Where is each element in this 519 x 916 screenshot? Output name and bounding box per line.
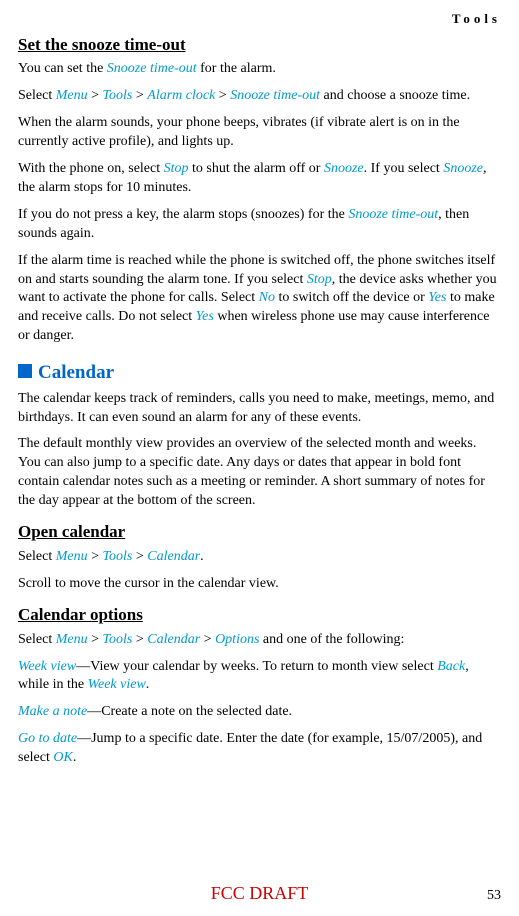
paragraph: When the alarm sounds, your phone beeps,…: [18, 114, 501, 152]
page-number: 53: [487, 887, 501, 906]
menu-path-item: Yes: [428, 290, 446, 305]
menu-path-item: Stop: [307, 272, 332, 287]
paragraph: The default monthly view provides an ove…: [18, 435, 501, 511]
menu-path-item: Tools: [103, 632, 133, 647]
paragraph: Scroll to move the cursor in the calenda…: [18, 575, 501, 594]
heading-calendar-options: Calendar options: [18, 604, 501, 627]
text: With the phone on, select: [18, 161, 164, 176]
menu-path-item: Menu: [56, 88, 88, 103]
paragraph: The calendar keeps track of reminders, c…: [18, 390, 501, 428]
text: >: [132, 88, 147, 103]
text: for the alarm.: [197, 61, 276, 76]
text: —Jump to a specific date. Enter the date…: [18, 731, 482, 765]
paragraph: Select Menu > Tools > Alarm clock > Snoo…: [18, 87, 501, 106]
section-heading-calendar: Calendar: [18, 360, 501, 386]
menu-path-item: Options: [215, 632, 259, 647]
menu-path-item: Snooze time-out: [107, 61, 197, 76]
text: to shut the alarm off or: [189, 161, 324, 176]
paragraph: Make a note—Create a note on the selecte…: [18, 703, 501, 722]
menu-path-item: Alarm clock: [147, 88, 215, 103]
option-name: Week view: [18, 659, 76, 674]
heading-snooze-timeout: Set the snooze time-out: [18, 34, 501, 57]
paragraph: You can set the Snooze time-out for the …: [18, 60, 501, 79]
menu-path-item: No: [259, 290, 275, 305]
menu-path-item: OK: [53, 750, 72, 765]
text: You can set the: [18, 61, 107, 76]
menu-path-item: Stop: [164, 161, 189, 176]
header-section: Tools: [18, 10, 501, 28]
text: and one of the following:: [259, 632, 404, 647]
text: and choose a snooze time.: [320, 88, 470, 103]
menu-path-item: Yes: [196, 309, 214, 324]
menu-path-item: Snooze time-out: [348, 207, 438, 222]
text: .: [73, 750, 77, 765]
text: .: [200, 549, 204, 564]
menu-path-item: Calendar: [147, 549, 200, 564]
menu-path-item: Week view: [88, 677, 146, 692]
text: .: [146, 677, 150, 692]
menu-path-item: Tools: [103, 88, 133, 103]
menu-path-item: Calendar: [147, 632, 200, 647]
option-name: Make a note: [18, 704, 87, 719]
heading-open-calendar: Open calendar: [18, 521, 501, 544]
menu-path-item: Back: [437, 659, 465, 674]
menu-path-item: Menu: [56, 632, 88, 647]
option-name: Go to date: [18, 731, 77, 746]
text: Select: [18, 88, 56, 103]
text: Select: [18, 632, 56, 647]
text: >: [200, 632, 215, 647]
paragraph: Select Menu > Tools > Calendar.: [18, 548, 501, 567]
text: >: [88, 549, 103, 564]
text: If you do not press a key, the alarm sto…: [18, 207, 348, 222]
text: >: [88, 632, 103, 647]
footer-draft-label: FCC DRAFT: [211, 883, 309, 903]
menu-path-item: Snooze time-out: [230, 88, 320, 103]
menu-path-item: Tools: [103, 549, 133, 564]
paragraph: With the phone on, select Stop to shut t…: [18, 160, 501, 198]
paragraph: Go to date—Jump to a specific date. Ente…: [18, 730, 501, 768]
menu-path-item: Snooze: [324, 161, 364, 176]
square-bullet-icon: [18, 364, 32, 378]
section-title: Calendar: [38, 362, 114, 383]
footer: FCC DRAFT 53: [0, 881, 519, 906]
text: >: [132, 549, 147, 564]
paragraph: Select Menu > Tools > Calendar > Options…: [18, 631, 501, 650]
text: Select: [18, 549, 56, 564]
text: >: [215, 88, 230, 103]
paragraph: Week view—View your calendar by weeks. T…: [18, 658, 501, 696]
text: >: [88, 88, 103, 103]
text: —Create a note on the selected date.: [87, 704, 292, 719]
text: >: [132, 632, 147, 647]
menu-path-item: Snooze: [443, 161, 483, 176]
text: —View your calendar by weeks. To return …: [76, 659, 437, 674]
menu-path-item: Menu: [56, 549, 88, 564]
text: to switch off the device or: [275, 290, 428, 305]
text: . If you select: [364, 161, 444, 176]
paragraph: If the alarm time is reached while the p…: [18, 252, 501, 346]
paragraph: If you do not press a key, the alarm sto…: [18, 206, 501, 244]
